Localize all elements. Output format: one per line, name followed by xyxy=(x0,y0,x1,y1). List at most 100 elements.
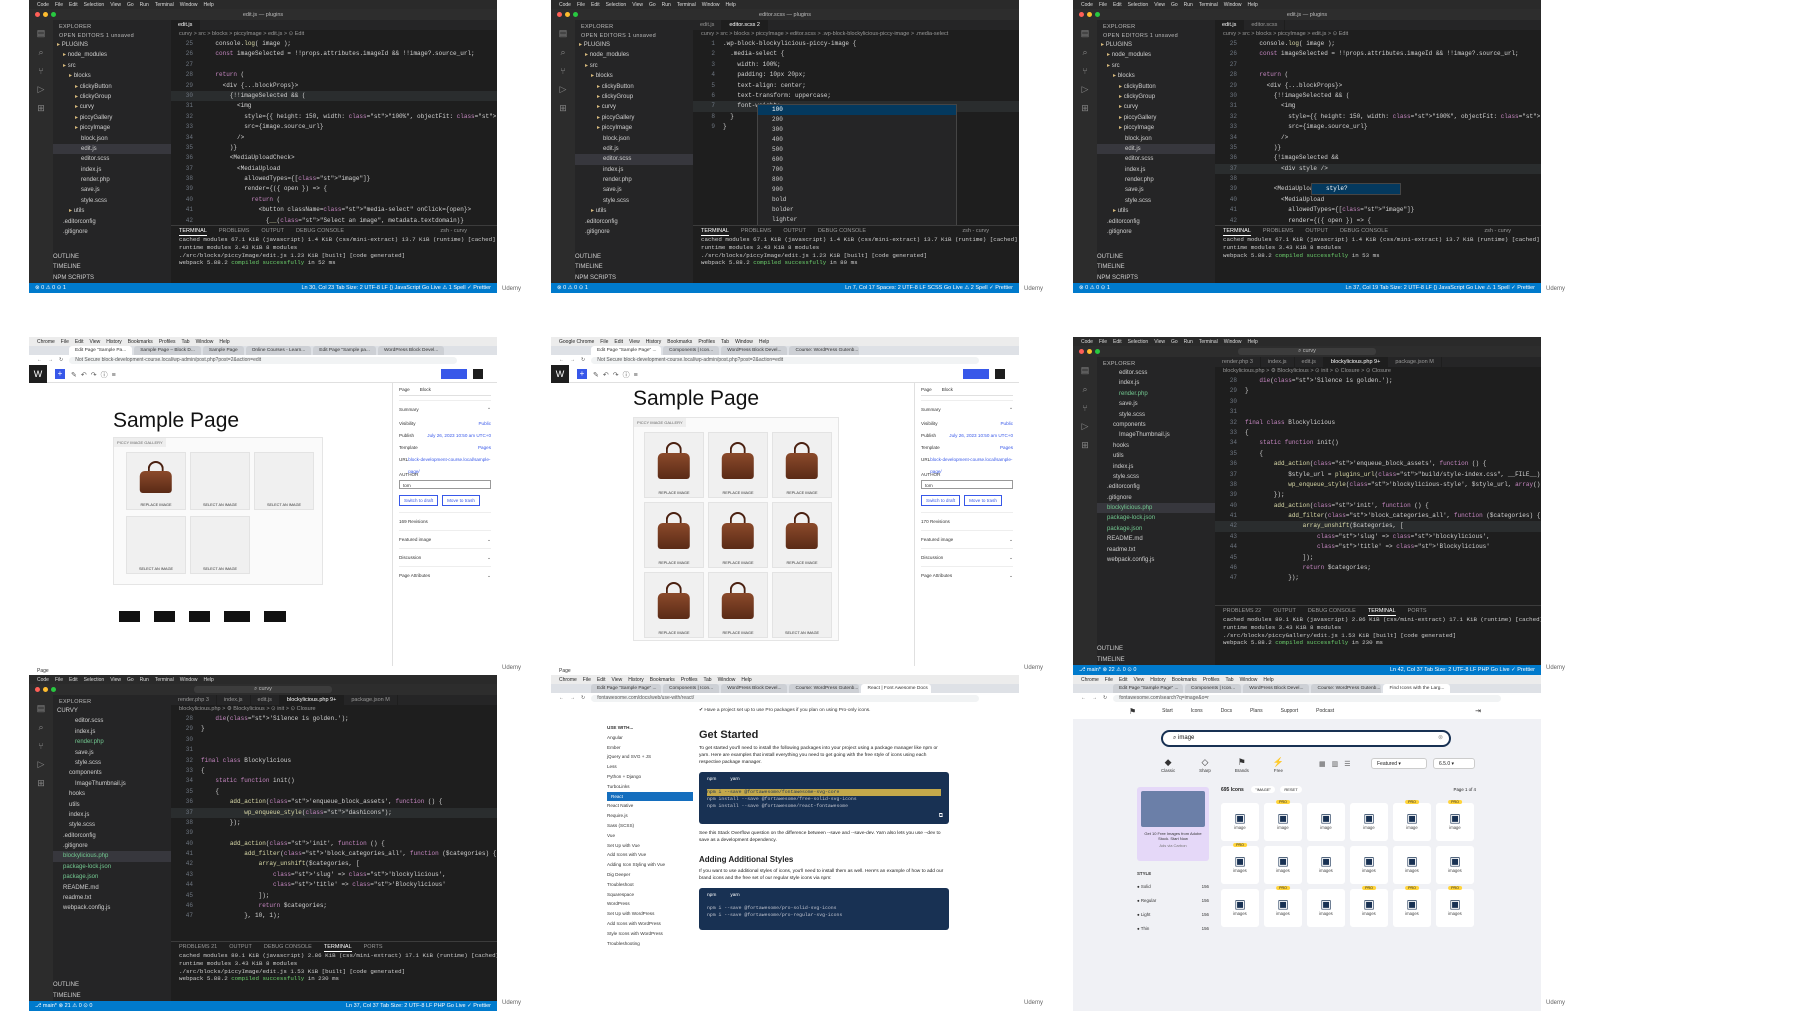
menu-item[interactable]: View xyxy=(632,2,643,8)
code-line[interactable]: 25 console.log( image ); xyxy=(1215,39,1541,49)
code-line[interactable]: 4 padding: 10px 20px; xyxy=(693,70,1019,80)
fa-nav-link[interactable]: Plans xyxy=(1250,708,1263,714)
tree-item[interactable]: README.md xyxy=(1097,534,1215,544)
code-line[interactable]: 5 text-align: center; xyxy=(693,81,1019,91)
move-to-trash-button[interactable]: Move to trash xyxy=(442,495,480,506)
summary-value[interactable]: Public xyxy=(478,418,491,430)
version-select[interactable]: 6.5.0 ▾ xyxy=(1433,758,1475,769)
outline-panels[interactable]: OUTLINE TIMELINE NPM SCRIPTS xyxy=(575,252,693,283)
chevron-down-icon[interactable]: ⌄ xyxy=(1009,531,1013,548)
tree-item[interactable]: index.js xyxy=(1097,462,1215,472)
sidebar-panel[interactable]: Featured image ⌄ xyxy=(399,530,491,548)
code-block-pro[interactable]: npm yarn npm i --save @fortawesome/pro-so… xyxy=(699,888,949,930)
icon-result[interactable]: PRO ▣ image xyxy=(1436,800,1474,841)
tree-item[interactable]: editor.scss xyxy=(1097,368,1215,378)
editor-tabs[interactable]: render.php 3 index.js edit.js blockylicious… xyxy=(1215,357,1541,367)
back-icon[interactable]: ← xyxy=(37,357,42,363)
panel-tab[interactable]: TERMINAL xyxy=(1367,606,1396,616)
status-branch[interactable]: ⎇ main* ⊗ 22 ⚠ 0 ⊙ 0 xyxy=(1079,667,1136,673)
open-editors[interactable]: OPEN EDITORS 1 unsaved xyxy=(1097,31,1215,40)
menu-item[interactable]: Help xyxy=(1263,677,1273,683)
replace-image-button[interactable]: REPLACE IMAGE xyxy=(127,503,185,507)
page-title[interactable]: Sample Page xyxy=(633,387,759,411)
sidebar-panel[interactable]: Page Attributes ⌄ xyxy=(399,566,491,584)
tree-item[interactable]: readme.txt xyxy=(53,893,171,903)
panel-tab[interactable]: DEBUG CONSOLE xyxy=(296,226,344,236)
autocomplete-item[interactable]: 400 xyxy=(758,135,956,145)
tree-item[interactable]: ▸ PLUGINS xyxy=(53,40,171,50)
code-tabs[interactable]: npm yarn xyxy=(707,776,941,783)
menu-item[interactable]: Tab xyxy=(721,339,729,345)
docs-nav-item[interactable]: Ember xyxy=(607,743,693,753)
panel-heading[interactable]: OUTLINE xyxy=(1097,252,1215,262)
menu-item[interactable]: Window xyxy=(1240,677,1258,683)
icon-search-input[interactable]: ⌕ image ⊗ xyxy=(1161,730,1451,747)
replace-image-button[interactable]: REPLACE IMAGE xyxy=(709,491,767,495)
menu-item[interactable]: Edit xyxy=(614,339,623,345)
gallery-cell[interactable]: REPLACE IMAGE xyxy=(708,572,768,638)
menu-item[interactable]: Window xyxy=(1224,339,1242,345)
status-bar[interactable]: ⎇ main* ⊗ 21 ⚠ 0 ⊙ 0 Ln 37, Col 37 Tab Si… xyxy=(29,1001,497,1011)
menu-item[interactable]: History xyxy=(646,339,662,345)
code-lines[interactable]: 25 console.log( image ); 26 const imageSe… xyxy=(1215,39,1541,236)
editor-tools[interactable]: ✎↶↷ⓘ≡ xyxy=(593,370,642,380)
code-line[interactable]: 47 }, 10, 1); xyxy=(171,911,497,921)
tree-item[interactable]: render.php xyxy=(53,175,171,185)
select-image-button[interactable]: SELECT AN IMAGE xyxy=(773,631,831,635)
code-line[interactable]: 39 render={({ open }) => { xyxy=(171,184,497,194)
sidebar-panel[interactable]: Discussion ⌄ xyxy=(921,548,1013,566)
code-line[interactable]: 47 }); xyxy=(1215,573,1541,583)
menu-item[interactable]: Help xyxy=(741,677,751,683)
replace-image-button[interactable]: REPLACE IMAGE xyxy=(709,631,767,635)
menu-item[interactable]: Edit xyxy=(75,339,84,345)
gallery-cell[interactable]: REPLACE IMAGE xyxy=(708,432,768,498)
tree-item[interactable]: block.json xyxy=(1097,134,1215,144)
icon-result[interactable]: ▣ images xyxy=(1393,846,1431,884)
window-controls[interactable] xyxy=(35,687,56,692)
menu-item[interactable]: Edit xyxy=(69,2,78,8)
tree-item[interactable]: readme.txt xyxy=(1097,545,1215,555)
icon-result[interactable]: PRO ▣ image xyxy=(1393,800,1431,841)
menu-item[interactable]: Chrome xyxy=(1081,677,1099,683)
breadcrumb[interactable]: blockylicious.php > ⚙ Blockylicious > ⊙ … xyxy=(171,705,497,714)
code-line[interactable]: 32 style={{ height: 150, width: class="s… xyxy=(1215,112,1541,122)
open-editors[interactable]: OPEN EDITORS 1 unsaved xyxy=(575,31,693,40)
tree-item[interactable]: ▸ blocks xyxy=(53,71,171,81)
menu-item[interactable]: Chrome xyxy=(37,339,55,345)
files-icon[interactable]: ▤ xyxy=(559,28,568,39)
suggestion-popup[interactable]: style? xyxy=(1311,183,1401,195)
docs-nav-item[interactable]: Style Icons with WordPress xyxy=(607,929,693,939)
code-line[interactable]: 39 xyxy=(171,828,497,838)
extensions-icon[interactable]: ⊞ xyxy=(1081,103,1089,114)
tree-item[interactable]: .gitignore xyxy=(53,841,171,851)
icon-result[interactable]: ▣ images xyxy=(1350,846,1388,884)
summary-value[interactable]: Pages xyxy=(478,442,491,454)
icon-result[interactable]: PRO ▣ images xyxy=(1393,886,1431,927)
code-line[interactable]: 33{ xyxy=(171,766,497,776)
family-filter[interactable]: ◇ Sharp xyxy=(1199,757,1211,773)
panel-tab[interactable]: OUTPUT xyxy=(1305,226,1328,236)
command-center-search[interactable]: ⌕ curvy xyxy=(194,686,332,693)
status-problems[interactable]: ⊗ 0 ⚠ 0 ⊙ 1 xyxy=(1079,285,1110,291)
editor-tabs[interactable]: render.php 3 index.js edit.js blockylicious… xyxy=(171,695,497,705)
code-line[interactable]: 28 return ( xyxy=(1215,70,1541,80)
address-bar[interactable]: ← → ↻ fontawesome.com/search?q=image&o=r xyxy=(1073,693,1541,703)
code-line[interactable]: 37 <MediaUpload xyxy=(171,164,497,174)
code-line[interactable]: 36 add_action(class="st">'enqueue_block_… xyxy=(1215,459,1541,469)
activity-bar[interactable]: ▤ ⌕ ⑂ ▷ ⊞ xyxy=(551,20,575,283)
code-line[interactable]: 27 xyxy=(1215,60,1541,70)
settings-toggle[interactable] xyxy=(473,369,483,379)
tree-item[interactable]: render.php xyxy=(53,737,171,747)
menu-item[interactable]: Go xyxy=(127,677,134,683)
autocomplete-item[interactable]: 900 xyxy=(758,185,956,195)
tree-item[interactable]: .editorconfig xyxy=(1097,217,1215,227)
revisions-link[interactable]: 169 Revisions xyxy=(399,512,491,530)
menu-item[interactable]: Profiles xyxy=(159,339,176,345)
browser-tab[interactable]: Components | Icon... xyxy=(663,346,720,355)
code-line[interactable]: 29 <div {...blockProps}> xyxy=(171,81,497,91)
panel-tab[interactable]: DEBUG CONSOLE xyxy=(1308,606,1356,616)
tree-item[interactable]: ▸ clickyButton xyxy=(575,82,693,92)
panel-tab[interactable]: DEBUG CONSOLE xyxy=(1340,226,1388,236)
reload-icon[interactable]: ↻ xyxy=(581,695,585,701)
menu-item[interactable]: Help xyxy=(219,339,229,345)
